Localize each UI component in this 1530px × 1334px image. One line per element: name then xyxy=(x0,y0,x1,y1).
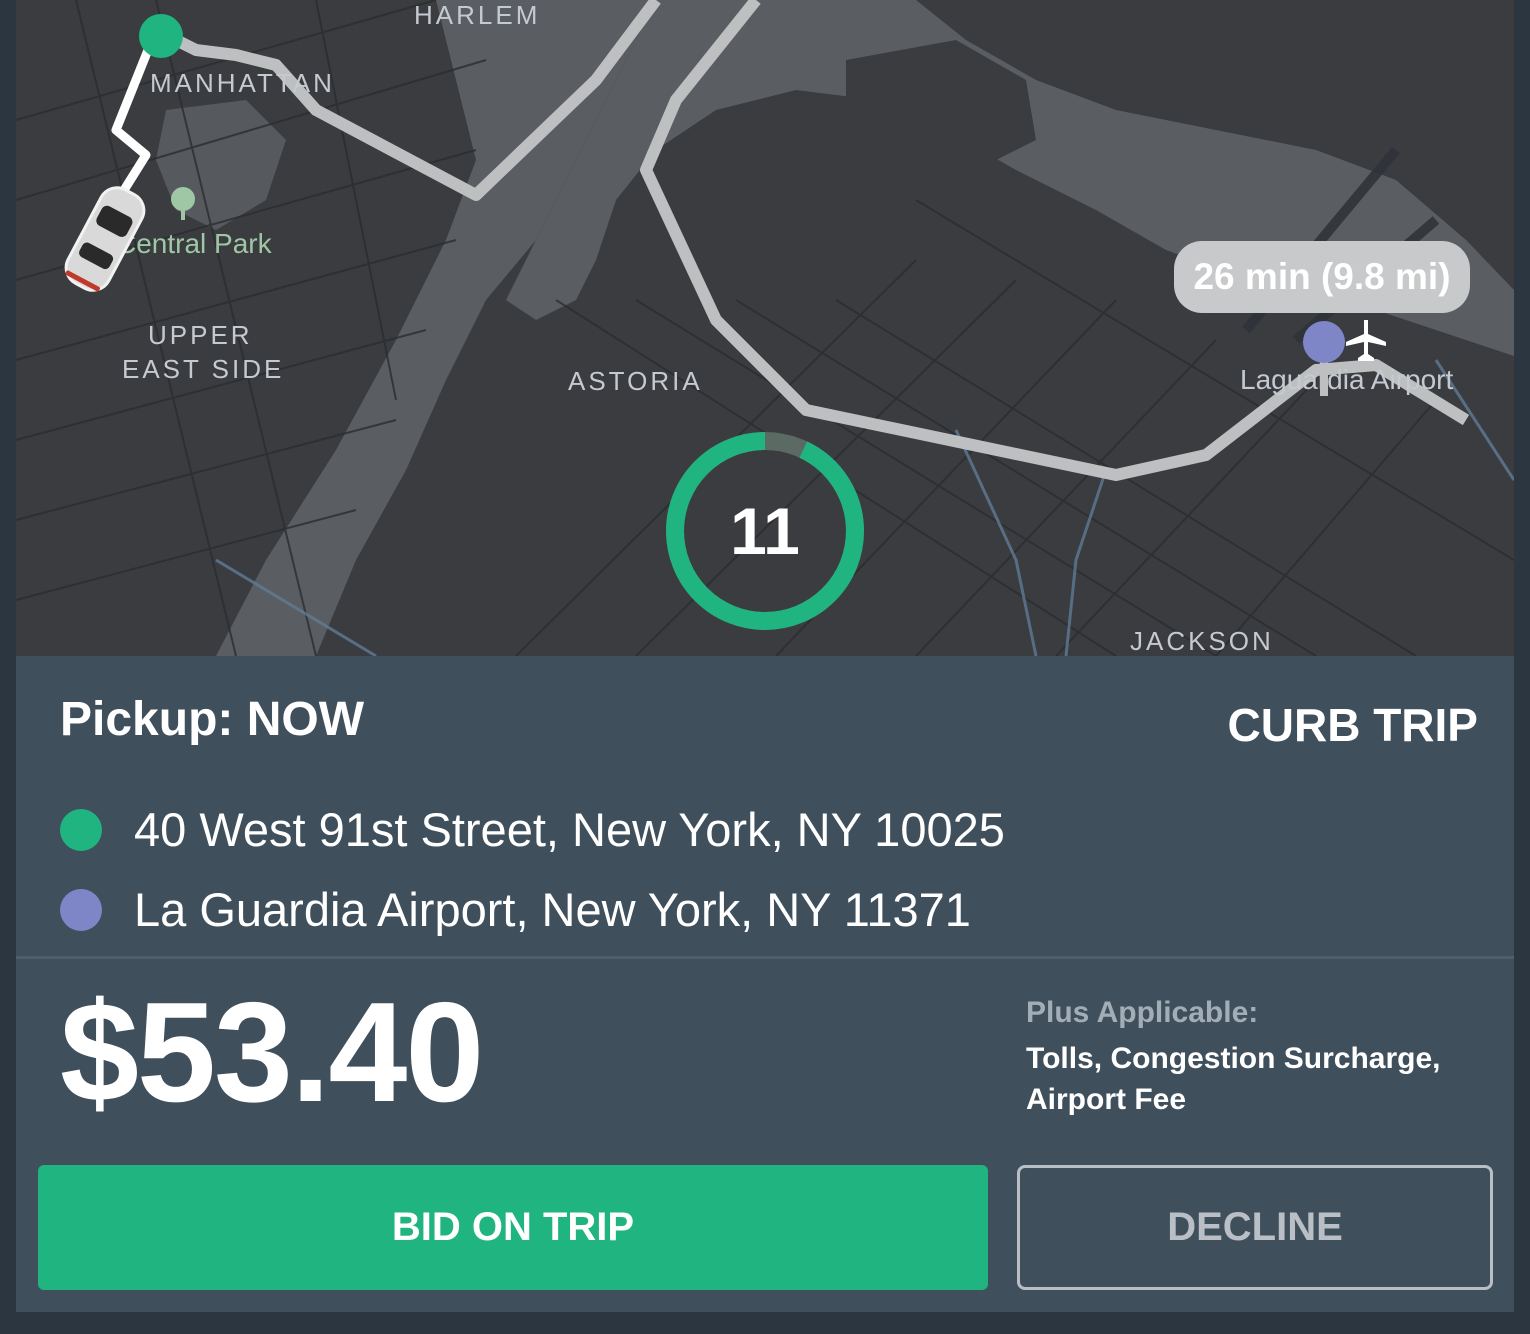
map-label-east-side: EAST SIDE xyxy=(122,354,285,384)
trip-type-label: CURB TRIP xyxy=(1227,699,1478,751)
route-map[interactable]: HARLEM MANHATTAN Central Park UPPER EAST… xyxy=(16,0,1514,656)
map-label-upper: UPPER xyxy=(148,320,253,350)
origin-dot-icon xyxy=(60,808,102,851)
destination-address: La Guardia Airport, New York, NY 11371 xyxy=(134,883,971,936)
bid-on-trip-button[interactable]: BID ON TRIP xyxy=(38,1165,988,1290)
eta-bubble: 26 min (9.8 mi) xyxy=(1174,241,1470,313)
decline-button[interactable]: DECLINE xyxy=(1017,1165,1493,1290)
additional-fees: Plus Applicable: Tolls, Congestion Surch… xyxy=(1026,996,1486,1120)
destination-row: La Guardia Airport, New York, NY 11371 xyxy=(60,882,971,937)
fare-amount: $53.40 xyxy=(60,973,484,1132)
fees-detail: Tolls, Congestion Surcharge, Airport Fee xyxy=(1026,1042,1441,1116)
car-icon[interactable] xyxy=(60,180,150,298)
tree-icon xyxy=(171,187,195,220)
dropoff-pin-icon xyxy=(1303,321,1345,396)
countdown-timer: 11 xyxy=(665,431,865,631)
divider xyxy=(16,956,1514,959)
map-label-laguardia: Laguardia Airport xyxy=(1240,364,1454,395)
trip-offer-card: HARLEM MANHATTAN Central Park UPPER EAST… xyxy=(16,0,1514,1312)
trip-details-panel: Pickup: NOW CURB TRIP 40 West 91st Stree… xyxy=(16,656,1514,1312)
origin-row: 40 West 91st Street, New York, NY 10025 xyxy=(60,802,1005,857)
map-label-astoria: ASTORIA xyxy=(568,366,703,396)
destination-dot-icon xyxy=(60,888,102,931)
fees-header: Plus Applicable: xyxy=(1026,996,1259,1029)
pickup-time-label: Pickup: NOW xyxy=(60,693,365,746)
origin-address: 40 West 91st Street, New York, NY 10025 xyxy=(134,803,1005,856)
map-label-harlem: HARLEM xyxy=(414,0,541,30)
map-label-jackson: JACKSON xyxy=(1130,626,1274,656)
timer-seconds: 11 xyxy=(730,494,800,568)
airplane-icon xyxy=(1346,320,1386,361)
pickup-pin-icon xyxy=(139,14,183,58)
map-label-manhattan: MANHATTAN xyxy=(150,68,335,98)
